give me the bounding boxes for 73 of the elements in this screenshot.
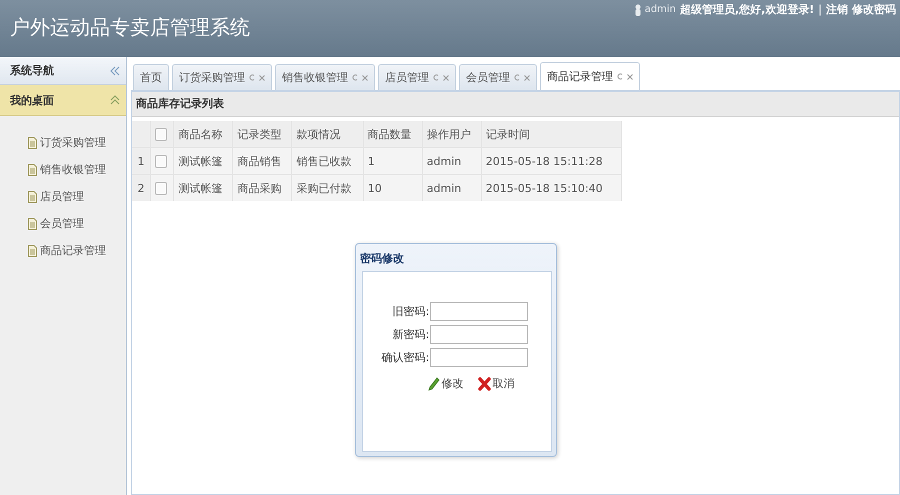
table-cell: 商品销售 [232,148,292,174]
sidebar-title: 系统导航 [10,63,54,78]
separator: | [818,3,822,16]
close-icon[interactable] [443,74,449,80]
table-cell: 采购已付款 [292,174,364,201]
column-header[interactable]: 商品名称 [174,121,233,148]
table-cell: 测试帐篷 [174,148,233,174]
accordion-header[interactable]: 我的桌面 [0,85,126,116]
refresh-icon[interactable] [352,74,358,81]
table-cell: admin [422,174,482,201]
close-icon[interactable] [627,74,633,80]
edit-button[interactable]: 修改 [428,376,464,391]
cross-icon [478,376,490,390]
sidebar-item[interactable]: 会员管理 [28,215,126,232]
close-icon[interactable] [524,74,530,80]
tab[interactable]: 首页 [133,64,169,90]
collapse-icon[interactable] [110,95,120,105]
field-label: 旧密码: [392,304,430,319]
column-header[interactable]: 记录时间 [481,121,622,148]
tab[interactable]: 会员管理 [459,64,537,90]
close-icon[interactable] [362,74,368,80]
table-cell: 10 [363,174,422,201]
collapse-icon[interactable] [110,66,120,76]
pencil-icon [428,376,440,390]
table-cell: 2015-05-18 15:10:40 [481,174,622,201]
table-cell: admin [422,148,482,174]
cancel-button[interactable]: 取消 [478,376,514,391]
field-label: 新密码: [392,327,430,342]
sidebar-item[interactable]: 销售收银管理 [28,161,126,178]
field-label: 确认密码: [382,350,430,365]
dialog-title: 密码修改 [359,251,405,267]
table-cell: 1 [363,148,422,174]
header-link[interactable]: 注销 [826,2,848,17]
tab[interactable]: 订货采购管理 [172,64,272,90]
column-header[interactable]: 款项情况 [292,121,364,148]
header-link[interactable]: 修改密码 [852,2,896,17]
row-number: 1 [132,148,150,174]
column-header[interactable]: 操作用户 [422,121,482,148]
input-field[interactable] [430,302,528,321]
document-icon [28,244,37,256]
checkbox[interactable] [155,182,167,195]
refresh-icon[interactable] [249,74,255,81]
table-cell: 商品采购 [232,174,292,201]
user-icon [634,4,641,16]
column-header[interactable]: 记录类型 [232,121,292,148]
document-icon [28,136,37,148]
refresh-icon[interactable] [617,73,623,80]
welcome-text: 超级管理员,您好,欢迎登录! [680,2,814,17]
document-icon [28,218,37,230]
panel-title: 商品库存记录列表 [132,92,899,117]
refresh-icon[interactable] [433,74,439,81]
section-title: 我的桌面 [10,92,54,108]
app-title: 户外运动品专卖店管理系统 [10,14,250,41]
document-icon [28,190,37,202]
column-header[interactable]: 商品数量 [363,121,422,148]
input-field[interactable] [430,325,528,344]
table-cell: 销售已收款 [292,148,364,174]
refresh-icon[interactable] [514,74,520,81]
checkbox[interactable] [155,128,167,141]
table-cell: 测试帐篷 [174,174,233,201]
sidebar-item[interactable]: 订货采购管理 [28,134,126,151]
row-number: 2 [132,174,150,201]
checkbox[interactable] [155,154,167,168]
tab[interactable]: 店员管理 [378,64,456,90]
close-icon[interactable] [259,74,265,80]
input-field[interactable] [430,348,528,367]
tab[interactable]: 销售收银管理 [275,64,375,90]
tab[interactable]: 商品记录管理 [540,62,640,90]
sidebar-item[interactable]: 商品记录管理 [28,242,126,259]
document-icon [28,164,37,176]
user-name: admin [644,4,676,15]
sidebar-item[interactable]: 店员管理 [28,188,126,205]
table-cell: 2015-05-18 15:11:28 [481,148,622,174]
